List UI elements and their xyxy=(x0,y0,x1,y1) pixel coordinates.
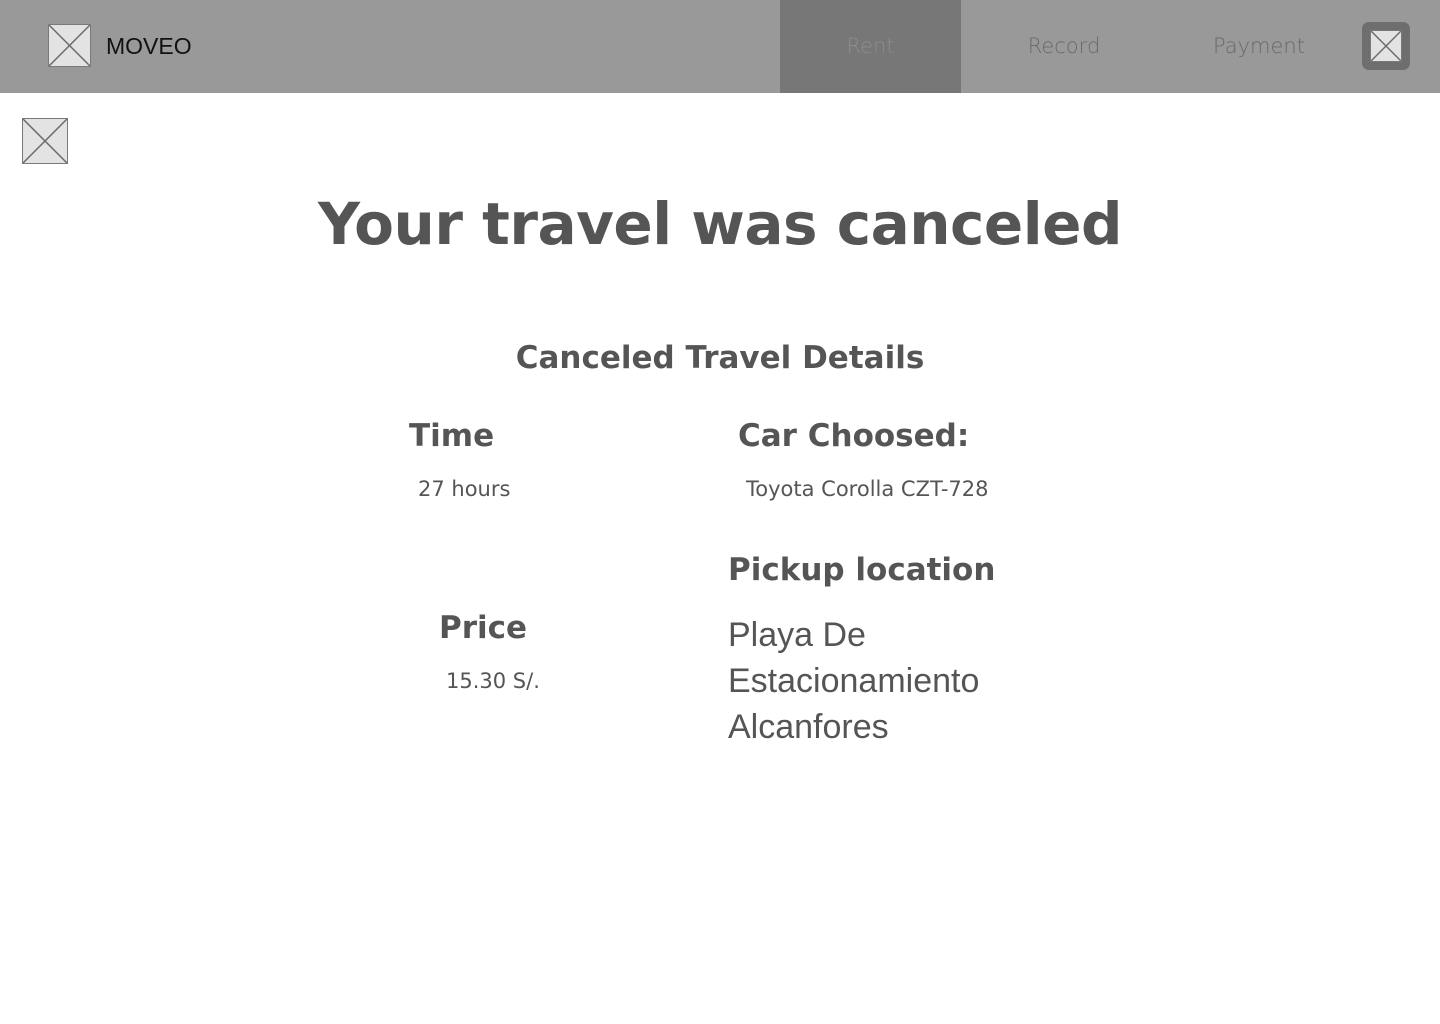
pickup-location-label: Pickup location xyxy=(728,552,996,588)
top-navigation-bar: MOVEO Rent Record Payment xyxy=(0,0,1440,93)
logo-placeholder-icon xyxy=(48,24,91,67)
time-label: Time xyxy=(409,418,495,454)
page-title: Your travel was canceled xyxy=(318,190,1123,258)
profile-placeholder-icon xyxy=(1370,30,1402,62)
time-value: 27 hours xyxy=(418,477,511,501)
price-label: Price xyxy=(439,610,528,646)
nav-tab-rent[interactable]: Rent xyxy=(780,0,961,93)
car-label: Car Choosed: xyxy=(738,418,970,454)
nav-tab-record[interactable]: Record xyxy=(961,0,1167,93)
back-placeholder-icon[interactable] xyxy=(22,118,68,164)
profile-button[interactable] xyxy=(1362,22,1410,70)
brand-name[interactable]: MOVEO xyxy=(106,30,192,62)
nav-tab-payment[interactable]: Payment xyxy=(1160,0,1358,93)
pickup-location-value: Playa De Estacionamiento Alcanfores xyxy=(728,616,980,746)
section-title: Canceled Travel Details xyxy=(515,340,925,376)
car-value: Toyota Corolla CZT-728 xyxy=(746,477,989,501)
price-value: 15.30 S/. xyxy=(446,669,540,693)
